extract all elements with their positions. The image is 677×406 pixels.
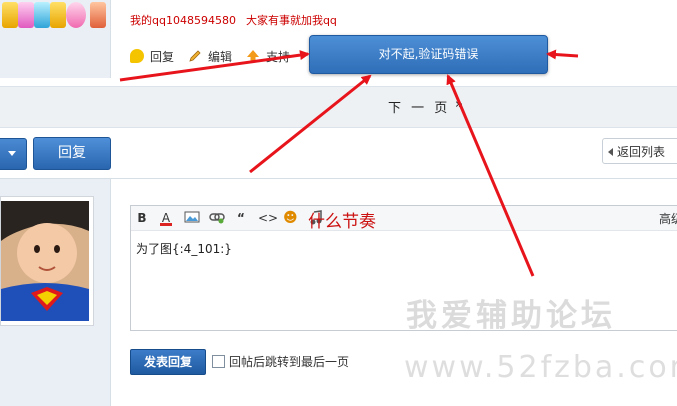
signature-qq: 我的qq1048594580 xyxy=(130,14,236,27)
badge-icon xyxy=(2,2,18,28)
badge-icon xyxy=(50,2,66,28)
support-action-label: 支持 xyxy=(266,49,291,64)
next-page-arrow[interactable]: » xyxy=(455,97,463,112)
pager-band xyxy=(0,86,677,128)
reply-button[interactable]: 回复 xyxy=(33,137,111,170)
arrow-right-icon xyxy=(546,49,579,60)
badge-icon xyxy=(18,2,34,28)
up-arrow-icon xyxy=(246,49,260,63)
font-color-icon[interactable]: A xyxy=(160,210,172,226)
link-icon[interactable] xyxy=(209,210,225,226)
post-actions: 回复 编辑 支持 xyxy=(130,46,304,66)
watermark-url: www.52fzba.com xyxy=(404,350,677,385)
back-to-list-button[interactable]: 返回列表 xyxy=(602,138,677,164)
image-icon[interactable] xyxy=(184,210,200,226)
chevron-down-icon xyxy=(8,151,16,156)
reply-action-label: 回复 xyxy=(150,49,175,64)
reply-action[interactable]: 回复 xyxy=(130,48,174,65)
avatar[interactable] xyxy=(1,201,89,321)
pencil-icon xyxy=(188,49,202,63)
edit-action-label: 编辑 xyxy=(208,49,233,64)
badge-icon xyxy=(66,2,86,28)
signature: 我的qq1048594580 大家有事就加我qq xyxy=(130,12,337,28)
error-toast: 对不起,验证码错误 xyxy=(309,35,548,74)
badge-icon xyxy=(34,2,50,28)
reply-dropdown-button[interactable] xyxy=(0,138,27,170)
support-action[interactable]: 支持 xyxy=(246,48,290,65)
editor-content[interactable]: 为了图{:4_101:} xyxy=(136,240,232,257)
edit-action[interactable]: 编辑 xyxy=(188,48,232,65)
jump-to-last-page-label: 回帖后跳转到最后一页 xyxy=(229,355,350,369)
signature-note: 大家有事就加我qq xyxy=(245,14,337,27)
smiley-icon[interactable]: ☻ xyxy=(283,210,298,226)
chevron-left-icon xyxy=(608,148,613,156)
bold-icon[interactable]: B xyxy=(136,210,148,226)
avatar-frame xyxy=(0,196,94,326)
back-to-list-label: 返回列表 xyxy=(617,145,666,159)
editor-toolbar: B A “ <> ☻ 高级 xyxy=(131,206,677,231)
advanced-mode-link[interactable]: 高级 xyxy=(659,210,677,227)
submit-reply-button[interactable]: 发表回复 xyxy=(130,349,206,375)
jump-to-last-page-checkbox[interactable] xyxy=(212,355,225,368)
watermark-title: 我爱辅助论坛 xyxy=(406,298,616,334)
quote-icon[interactable]: “ xyxy=(235,210,247,226)
next-page-link[interactable]: 下 一 页 xyxy=(388,97,450,116)
code-icon[interactable]: <> xyxy=(258,210,278,226)
badge-row xyxy=(0,0,110,36)
annotation-text: 什么节奏 xyxy=(308,212,376,232)
badge-icon xyxy=(90,2,106,28)
speech-bubble-icon xyxy=(130,49,144,63)
